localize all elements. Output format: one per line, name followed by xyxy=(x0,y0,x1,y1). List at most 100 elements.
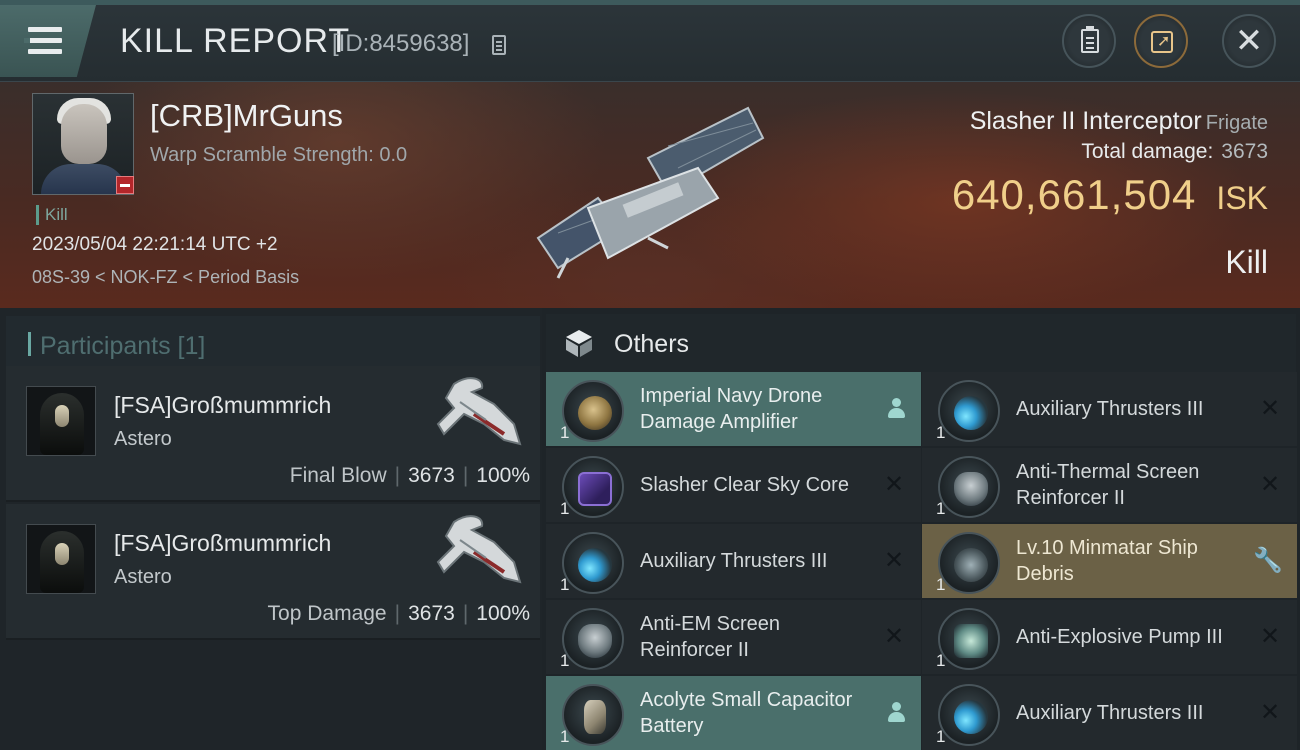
person-icon xyxy=(887,398,905,420)
kill-tag: Kill xyxy=(36,205,68,225)
close-icon: ✕ xyxy=(1234,21,1264,61)
participant-role: Top Damage xyxy=(267,602,387,625)
item-slot[interactable]: 1 Lv.10 Minmatar Ship Debris 🔧 xyxy=(922,524,1297,598)
item-quantity: 1 xyxy=(936,727,946,746)
close-button[interactable]: ✕ xyxy=(1222,14,1276,68)
item-slot[interactable]: 1 Slasher Clear Sky Core ✕ xyxy=(546,448,921,522)
ship-class: Frigate xyxy=(1205,112,1268,134)
isk-unit: ISK xyxy=(1216,180,1268,216)
item-slot[interactable]: III 1 Auxiliary Thrusters III ✕ xyxy=(922,372,1297,446)
item-name: Acolyte Small Capacitor Battery xyxy=(640,689,853,737)
item-name: Anti-EM Screen Reinforcer II xyxy=(640,613,781,661)
thruster-icon: III xyxy=(938,380,1000,442)
others-title: Others xyxy=(614,330,690,358)
item-name: Anti-Thermal Screen Reinforcer II xyxy=(1016,461,1200,509)
participant-name: [FSA]Großmummrich xyxy=(114,392,332,418)
item-quantity: 1 xyxy=(936,651,946,670)
destroyed-x-icon: ✕ xyxy=(1259,698,1281,726)
participant-role: Final Blow xyxy=(289,464,387,487)
total-damage-line: Total damage: 3673 xyxy=(1081,140,1268,164)
warp-scramble-strength: Warp Scramble Strength: 0.0 xyxy=(150,144,408,166)
item-quantity: 1 xyxy=(560,423,570,442)
ship-name: Slasher II Interceptor xyxy=(969,107,1202,135)
others-panel: Others 1 Imperial Navy Drone Damage Ampl… xyxy=(542,308,1300,750)
participant-avatar[interactable] xyxy=(26,386,96,456)
share-button[interactable] xyxy=(1134,14,1188,68)
item-slot[interactable]: II 1 Anti-EM Screen Reinforcer II ✕ xyxy=(546,600,921,674)
destroyed-x-icon: ✕ xyxy=(883,470,905,498)
participant-damage: 3673 xyxy=(408,464,455,487)
hostile-status-icon xyxy=(116,176,134,194)
header-top-line xyxy=(0,0,1300,5)
item-quantity: 1 xyxy=(560,651,570,670)
shield-reinforcer-icon: II xyxy=(938,456,1000,518)
menu-button[interactable] xyxy=(0,5,96,77)
destroyed-x-icon: ✕ xyxy=(1259,394,1281,422)
participant-row[interactable]: [FSA]Großmummrich Astero Top Damage | 3673… xyxy=(6,504,540,640)
item-slot[interactable]: 1 Imperial Navy Drone Damage Amplifier xyxy=(546,372,921,446)
share-icon xyxy=(1151,31,1173,53)
report-id: [ID:8459638] xyxy=(332,30,470,57)
item-name: Lv.10 Minmatar Ship Debris xyxy=(1016,537,1198,585)
destroyed-x-icon: ✕ xyxy=(1259,622,1281,650)
item-name: Imperial Navy Drone Damage Amplifier xyxy=(640,385,823,433)
participants-header: Participants [1] xyxy=(6,316,540,372)
item-slot[interactable]: II 1 Anti-Thermal Screen Reinforcer II ✕ xyxy=(922,448,1297,522)
explosive-pump-icon: III xyxy=(938,608,1000,670)
isk-value-line: 640,661,504 ISK xyxy=(952,171,1268,219)
shield-reinforcer-icon: II xyxy=(562,608,624,670)
victim-name[interactable]: [CRB]MrGuns xyxy=(150,98,343,134)
item-slot[interactable]: III 1 Auxiliary Thrusters III ✕ xyxy=(922,676,1297,750)
thruster-icon: III xyxy=(562,532,624,594)
participant-ship-image[interactable] xyxy=(424,374,530,460)
participants-panel: Participants [1] [FSA]Großmummrich Aster… xyxy=(0,308,542,750)
item-name: Auxiliary Thrusters III xyxy=(1016,702,1204,724)
destroyed-x-icon: ✕ xyxy=(1259,470,1281,498)
item-name: Slasher Clear Sky Core xyxy=(640,474,849,496)
thruster-icon: III xyxy=(938,684,1000,746)
person-icon xyxy=(887,702,905,724)
header-bar: KILL REPORT [ID:8459638] ✕ xyxy=(0,0,1300,82)
participant-percent: 100% xyxy=(476,464,530,487)
item-quantity: 1 xyxy=(936,575,946,594)
item-name: Auxiliary Thrusters III xyxy=(1016,398,1204,420)
participant-ship: Astero xyxy=(114,566,172,588)
ship-core-icon xyxy=(562,456,624,518)
participants-title: Participants [1] xyxy=(40,332,206,360)
total-damage-value: 3673 xyxy=(1221,140,1268,163)
participant-ship-image[interactable] xyxy=(424,512,530,598)
item-slot[interactable]: III 1 Auxiliary Thrusters III ✕ xyxy=(546,524,921,598)
participants-accent xyxy=(28,332,31,356)
others-header: Others xyxy=(546,314,1296,372)
cube-icon xyxy=(566,330,592,357)
isk-value: 640,661,504 xyxy=(951,171,1197,218)
item-slot[interactable]: III 1 Anti-Explosive Pump III ✕ xyxy=(922,600,1297,674)
total-damage-label: Total damage: xyxy=(1081,140,1214,163)
copy-icon[interactable] xyxy=(492,35,506,55)
clipboard-button[interactable] xyxy=(1062,14,1116,68)
item-name: Auxiliary Thrusters III xyxy=(640,550,828,572)
wrench-icon: 🔧 xyxy=(1253,546,1283,574)
participant-damage: 3673 xyxy=(408,602,455,625)
participant-ship: Astero xyxy=(114,428,172,450)
item-quantity: 1 xyxy=(560,499,570,518)
participant-row[interactable]: [FSA]Großmummrich Astero Final Blow | 3673… xyxy=(6,366,540,502)
page-title: KILL REPORT xyxy=(120,22,351,60)
drone-amplifier-icon xyxy=(562,380,624,442)
ship-type[interactable]: Slasher II Interceptor Frigate xyxy=(970,107,1268,136)
ship-debris-icon xyxy=(938,532,1000,594)
participant-stats: Final Blow | 3673 | 100% xyxy=(289,464,530,487)
participant-percent: 100% xyxy=(476,602,530,625)
item-quantity: 1 xyxy=(560,727,570,746)
destroyed-x-icon: ✕ xyxy=(883,546,905,574)
destroyed-x-icon: ✕ xyxy=(883,622,905,650)
kill-datetime: 2023/05/04 22:21:14 UTC +2 xyxy=(32,234,278,255)
clipboard-icon xyxy=(1081,26,1099,53)
participant-name: [FSA]Großmummrich xyxy=(114,530,332,556)
capacitor-battery-icon: + xyxy=(562,684,624,746)
item-slot[interactable]: + 1 Acolyte Small Capacitor Battery xyxy=(546,676,921,750)
victim-ship-image xyxy=(536,106,765,279)
item-quantity: 1 xyxy=(936,499,946,518)
participant-stats: Top Damage | 3673 | 100% xyxy=(267,602,530,625)
participant-avatar[interactable] xyxy=(26,524,96,594)
